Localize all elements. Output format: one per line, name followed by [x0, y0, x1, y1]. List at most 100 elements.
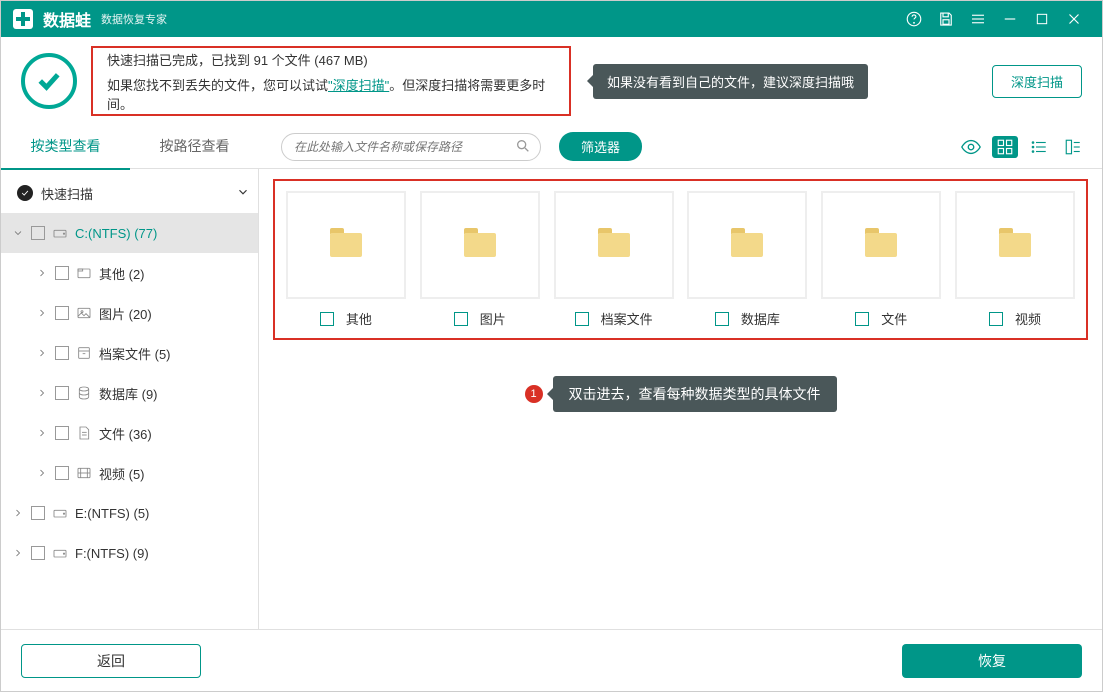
tree-item-archive[interactable]: 档案文件 (5): [1, 333, 258, 373]
deep-scan-button[interactable]: 深度扫描: [992, 65, 1082, 98]
chevron-right-icon[interactable]: [35, 347, 49, 359]
filter-button[interactable]: 筛选器: [559, 132, 642, 161]
checkbox[interactable]: [55, 346, 69, 360]
chevron-right-icon[interactable]: [35, 427, 49, 439]
folder-label: 数据库: [741, 309, 780, 328]
drive-icon: [51, 225, 69, 241]
checkbox[interactable]: [454, 312, 468, 326]
tab-by-type[interactable]: 按类型查看: [1, 124, 130, 170]
view-tabs: 按类型查看 按路径查看: [1, 124, 259, 170]
help-icon[interactable]: [898, 3, 930, 35]
tree-label: 其他 (2): [99, 264, 145, 283]
checkbox[interactable]: [31, 506, 45, 520]
tree-item-video[interactable]: 视频 (5): [1, 453, 258, 493]
deep-scan-link[interactable]: "深度扫描": [328, 78, 389, 93]
grid-view-icon[interactable]: [992, 136, 1018, 158]
chevron-down-icon[interactable]: [236, 185, 250, 202]
view-mode-icons: [958, 136, 1086, 158]
folder-label: 档案文件: [601, 309, 653, 328]
app-logo: 数据蛙: [13, 7, 91, 31]
checkbox[interactable]: [715, 312, 729, 326]
chevron-down-icon[interactable]: [11, 227, 25, 239]
folder-card-image[interactable]: 图片: [415, 191, 545, 328]
archive-icon: [75, 345, 93, 361]
tree-item-image[interactable]: 图片 (20): [1, 293, 258, 333]
checkbox[interactable]: [31, 226, 45, 240]
search-input[interactable]: [281, 133, 541, 161]
chevron-right-icon[interactable]: [11, 547, 25, 559]
tree-label: 图片 (20): [99, 304, 152, 323]
app-subtitle: 数据恢复专家: [101, 11, 167, 27]
tree-item-database[interactable]: 数据库 (9): [1, 373, 258, 413]
recover-button[interactable]: 恢复: [902, 644, 1082, 678]
list-view-icon[interactable]: [1026, 136, 1052, 158]
sidebar-tree: 快速扫描 C:(NTFS) (77) 其他 (2) 图片 (20) 档案文件 (…: [1, 169, 259, 653]
maximize-icon[interactable]: [1026, 3, 1058, 35]
checkbox[interactable]: [55, 386, 69, 400]
chevron-right-icon[interactable]: [35, 307, 49, 319]
search-wrap: [281, 133, 541, 161]
folder-card-database[interactable]: 数据库: [682, 191, 812, 328]
folder-icon: [598, 233, 630, 257]
folder-grid: 其他 图片 档案文件 数据库 文件 视频: [273, 179, 1088, 340]
tab-by-path[interactable]: 按路径查看: [130, 124, 259, 170]
folder-icon: [75, 265, 93, 281]
folder-card-docs[interactable]: 文件: [816, 191, 946, 328]
checkbox[interactable]: [55, 266, 69, 280]
folder-card-other[interactable]: 其他: [281, 191, 411, 328]
checkbox[interactable]: [989, 312, 1003, 326]
preview-icon[interactable]: [958, 136, 984, 158]
checkbox[interactable]: [55, 466, 69, 480]
tree-label: 数据库 (9): [99, 384, 158, 403]
folder-label: 其他: [346, 309, 372, 328]
folder-thumb: [286, 191, 406, 299]
app-name: 数据蛙: [43, 7, 91, 31]
status-box: 快速扫描已完成，已找到 91 个文件 (467 MB) 如果您找不到丢失的文件，…: [91, 46, 571, 116]
tree-drive-c[interactable]: C:(NTFS) (77): [1, 213, 258, 253]
tree-item-docs[interactable]: 文件 (36): [1, 413, 258, 453]
chevron-right-icon[interactable]: [35, 267, 49, 279]
minimize-icon[interactable]: [994, 3, 1026, 35]
folder-thumb: [955, 191, 1075, 299]
checkbox[interactable]: [575, 312, 589, 326]
checkbox[interactable]: [855, 312, 869, 326]
folder-thumb: [554, 191, 674, 299]
menu-icon[interactable]: [962, 3, 994, 35]
back-button[interactable]: 返回: [21, 644, 201, 678]
checkbox[interactable]: [55, 306, 69, 320]
search-icon[interactable]: [515, 138, 531, 159]
close-icon[interactable]: [1058, 3, 1090, 35]
folder-icon: [731, 233, 763, 257]
folder-label: 图片: [480, 309, 506, 328]
checkbox[interactable]: [55, 426, 69, 440]
tree-drive-e[interactable]: E:(NTFS) (5): [1, 493, 258, 533]
chevron-right-icon[interactable]: [11, 507, 25, 519]
tree-drive-f[interactable]: F:(NTFS) (9): [1, 533, 258, 573]
main-split: 快速扫描 C:(NTFS) (77) 其他 (2) 图片 (20) 档案文件 (…: [1, 169, 1102, 653]
tree-label: 视频 (5): [99, 464, 145, 483]
folder-label: 文件: [881, 309, 907, 328]
folder-thumb: [420, 191, 540, 299]
tree-label: E:(NTFS) (5): [75, 506, 149, 521]
folder-icon: [999, 233, 1031, 257]
folder-label: 视频: [1015, 309, 1041, 328]
folder-icon: [330, 233, 362, 257]
checkbox[interactable]: [320, 312, 334, 326]
status-area: 快速扫描已完成，已找到 91 个文件 (467 MB) 如果您找不到丢失的文件，…: [1, 37, 1102, 125]
tip-bubble-2: 如果没有看到自己的文件，建议深度扫描哦: [593, 64, 868, 99]
folder-card-video[interactable]: 视频: [950, 191, 1080, 328]
tree-label: 档案文件 (5): [99, 344, 171, 363]
folder-icon: [464, 233, 496, 257]
content-area: 其他 图片 档案文件 数据库 文件 视频: [259, 169, 1102, 653]
detail-view-icon[interactable]: [1060, 136, 1086, 158]
folder-card-archive[interactable]: 档案文件: [549, 191, 679, 328]
chevron-right-icon[interactable]: [35, 387, 49, 399]
checkbox[interactable]: [31, 546, 45, 560]
save-icon[interactable]: [930, 3, 962, 35]
tree-label: 文件 (36): [99, 424, 152, 443]
drive-icon: [51, 505, 69, 521]
tree-item-other[interactable]: 其他 (2): [1, 253, 258, 293]
tip1-wrap: 1 双击进去，查看每种数据类型的具体文件: [273, 376, 1088, 412]
tree-root-quickscan[interactable]: 快速扫描: [1, 173, 258, 213]
chevron-right-icon[interactable]: [35, 467, 49, 479]
